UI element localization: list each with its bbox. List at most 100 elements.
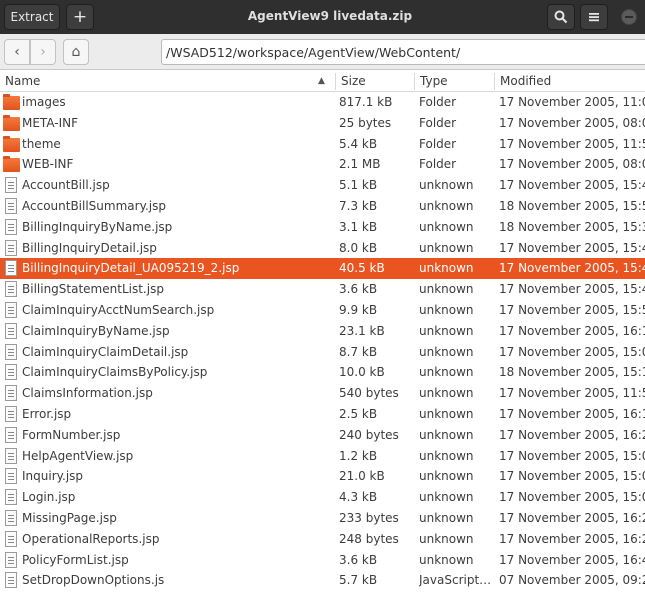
file-type: JavaScript …: [419, 573, 493, 588]
file-type: unknown: [419, 178, 474, 193]
home-button[interactable]: ⌂: [63, 39, 89, 65]
file-row[interactable]: images 817.1 kB Folder 17 November 2005, 11…: [0, 92, 645, 113]
file-modified: 17 November 2005, 15:42: [499, 240, 645, 255]
file-row[interactable]: BillingInquiryDetail_UA095219_2.jsp 40.5 …: [0, 258, 645, 280]
file-size: 9.9 kB: [339, 302, 378, 317]
file-row[interactable]: BillingStatementList.jsp 3.6 kB unknown 17 …: [0, 279, 645, 300]
file-name: HelpAgentView.jsp: [22, 448, 134, 463]
file-row[interactable]: theme 5.4 kB Folder 17 November 2005, 11:51: [0, 134, 645, 155]
chevron-right-icon: ›: [40, 44, 46, 60]
file-icon: [5, 426, 17, 443]
file-size: 5.1 kB: [339, 178, 378, 193]
file-icon: [5, 489, 17, 506]
file-modified: 17 November 2005, 08:08: [499, 115, 645, 130]
file-row[interactable]: AccountBill.jsp 5.1 kB unknown 17 November …: [0, 175, 645, 196]
file-modified: 17 November 2005, 15:06: [499, 344, 645, 359]
file-type: Folder: [419, 136, 457, 151]
file-row[interactable]: ClaimInquiryByName.jsp 23.1 kB unknown 17 N…: [0, 321, 645, 342]
search-button[interactable]: [547, 4, 575, 30]
file-name: WEB-INF: [22, 157, 74, 172]
column-name-header[interactable]: Name: [5, 74, 40, 88]
file-row[interactable]: ClaimInquiryClaimsByPolicy.jsp 10.0 kB unk…: [0, 362, 645, 383]
file-row[interactable]: OperationalReports.jsp 248 bytes unknown 17…: [0, 529, 645, 550]
file-size: 8.7 kB: [339, 344, 378, 359]
file-icon: [5, 468, 17, 485]
file-name: images: [22, 95, 66, 109]
file-modified: 17 November 2005, 16:11: [499, 323, 645, 338]
file-name: BillingInquiryByName.jsp: [22, 219, 173, 234]
path-text: /WSAD512/workspace/AgentView/WebContent/: [166, 44, 461, 60]
file-modified: 17 November 2005, 15:08: [499, 490, 645, 505]
column-divider[interactable]: [414, 73, 415, 90]
file-row[interactable]: PolicyFormList.jsp 3.6 kB unknown 17 Novemb…: [0, 550, 645, 571]
path-field[interactable]: /WSAD512/workspace/AgentView/WebContent/: [161, 39, 645, 65]
folder-icon: [3, 114, 20, 131]
file-name: SetDropDownOptions.js: [22, 573, 165, 588]
file-type: unknown: [419, 198, 474, 213]
file-size: 40.5 kB: [339, 261, 385, 276]
file-list: images 817.1 kB Folder 17 November 2005, 11…: [0, 92, 645, 591]
column-type-header[interactable]: Type: [420, 74, 448, 88]
file-modified: 17 November 2005, 16:12: [499, 406, 645, 421]
file-row[interactable]: BillingInquiryByName.jsp 3.1 kB unknown 18 …: [0, 217, 645, 238]
forward-button[interactable]: ›: [30, 39, 56, 65]
file-row[interactable]: WEB-INF 2.1 MB Folder 17 November 2005, 08:…: [0, 154, 645, 175]
file-size: 2.1 MB: [339, 157, 381, 172]
file-name: FormNumber.jsp: [22, 427, 121, 442]
add-files-button[interactable]: +: [66, 4, 94, 30]
file-modified: 17 November 2005, 15:08: [499, 469, 645, 484]
file-modified: 17 November 2005, 11:52: [499, 386, 645, 401]
file-modified: 17 November 2005, 15:07: [499, 448, 645, 463]
file-name: BillingInquiryDetail.jsp: [22, 240, 157, 255]
file-row[interactable]: META-INF 25 bytes Folder 17 November 2005, …: [0, 113, 645, 134]
file-type: unknown: [419, 448, 474, 463]
extract-button[interactable]: Extract: [4, 4, 60, 30]
file-size: 4.3 kB: [339, 490, 378, 505]
file-modified: 07 November 2005, 09:22: [499, 573, 645, 588]
back-button[interactable]: ‹: [4, 39, 30, 65]
column-divider[interactable]: [335, 73, 336, 90]
window-minimize-icon[interactable]: [621, 9, 637, 25]
file-row[interactable]: SetDropDownOptions.js 5.7 kB JavaScript … 0…: [0, 570, 645, 591]
file-icon: [5, 322, 17, 339]
file-row[interactable]: Error.jsp 2.5 kB unknown 17 November 2005, …: [0, 404, 645, 425]
file-row[interactable]: Inquiry.jsp 21.0 kB unknown 17 November 200…: [0, 466, 645, 487]
header-bar: Extract + AgentView9 livedata.zip: [0, 0, 645, 34]
file-name: MissingPage.jsp: [22, 510, 117, 525]
file-name: ClaimInquiryAcctNumSearch.jsp: [22, 302, 215, 317]
file-row[interactable]: ClaimInquiryClaimDetail.jsp 8.7 kB unknown…: [0, 342, 645, 363]
column-divider[interactable]: [494, 73, 495, 90]
column-size-header[interactable]: Size: [341, 74, 366, 88]
file-size: 240 bytes: [339, 427, 399, 442]
file-icon: [5, 447, 17, 464]
file-row[interactable]: ClaimsInformation.jsp 540 bytes unknown 17 …: [0, 383, 645, 404]
file-row[interactable]: FormNumber.jsp 240 bytes unknown 17 Novembe…: [0, 425, 645, 446]
file-modified: 17 November 2005, 08:08: [499, 157, 645, 172]
file-size: 233 bytes: [339, 510, 399, 525]
folder-icon: [3, 135, 20, 152]
file-icon: [5, 177, 17, 194]
file-size: 7.3 kB: [339, 198, 378, 213]
file-name: Error.jsp: [22, 406, 72, 421]
file-icon: [5, 218, 17, 235]
file-row[interactable]: BillingInquiryDetail.jsp 8.0 kB unknown 17 …: [0, 238, 645, 259]
file-size: 3.6 kB: [339, 282, 378, 297]
search-icon: [554, 10, 568, 24]
file-row[interactable]: HelpAgentView.jsp 1.2 kB unknown 17 Novembe…: [0, 446, 645, 467]
file-name: Login.jsp: [22, 490, 76, 505]
file-row[interactable]: MissingPage.jsp 233 bytes unknown 17 Novemb…: [0, 508, 645, 529]
file-row[interactable]: AccountBillSummary.jsp 7.3 kB unknown 18 No…: [0, 196, 645, 217]
file-type: unknown: [419, 406, 474, 421]
file-type: Folder: [419, 95, 457, 109]
file-icon: [5, 405, 17, 422]
file-row[interactable]: ClaimInquiryAcctNumSearch.jsp 9.9 kB unkno…: [0, 300, 645, 321]
column-modified-header[interactable]: Modified: [500, 74, 551, 88]
file-type: unknown: [419, 552, 474, 567]
file-icon: [5, 509, 17, 526]
menu-button[interactable]: [580, 4, 608, 30]
window-title: AgentView9 livedata.zip: [247, 9, 413, 23]
file-type: unknown: [419, 531, 474, 546]
file-type: unknown: [419, 282, 474, 297]
file-row[interactable]: Login.jsp 4.3 kB unknown 17 November 2005, …: [0, 487, 645, 508]
file-size: 2.5 kB: [339, 406, 378, 421]
